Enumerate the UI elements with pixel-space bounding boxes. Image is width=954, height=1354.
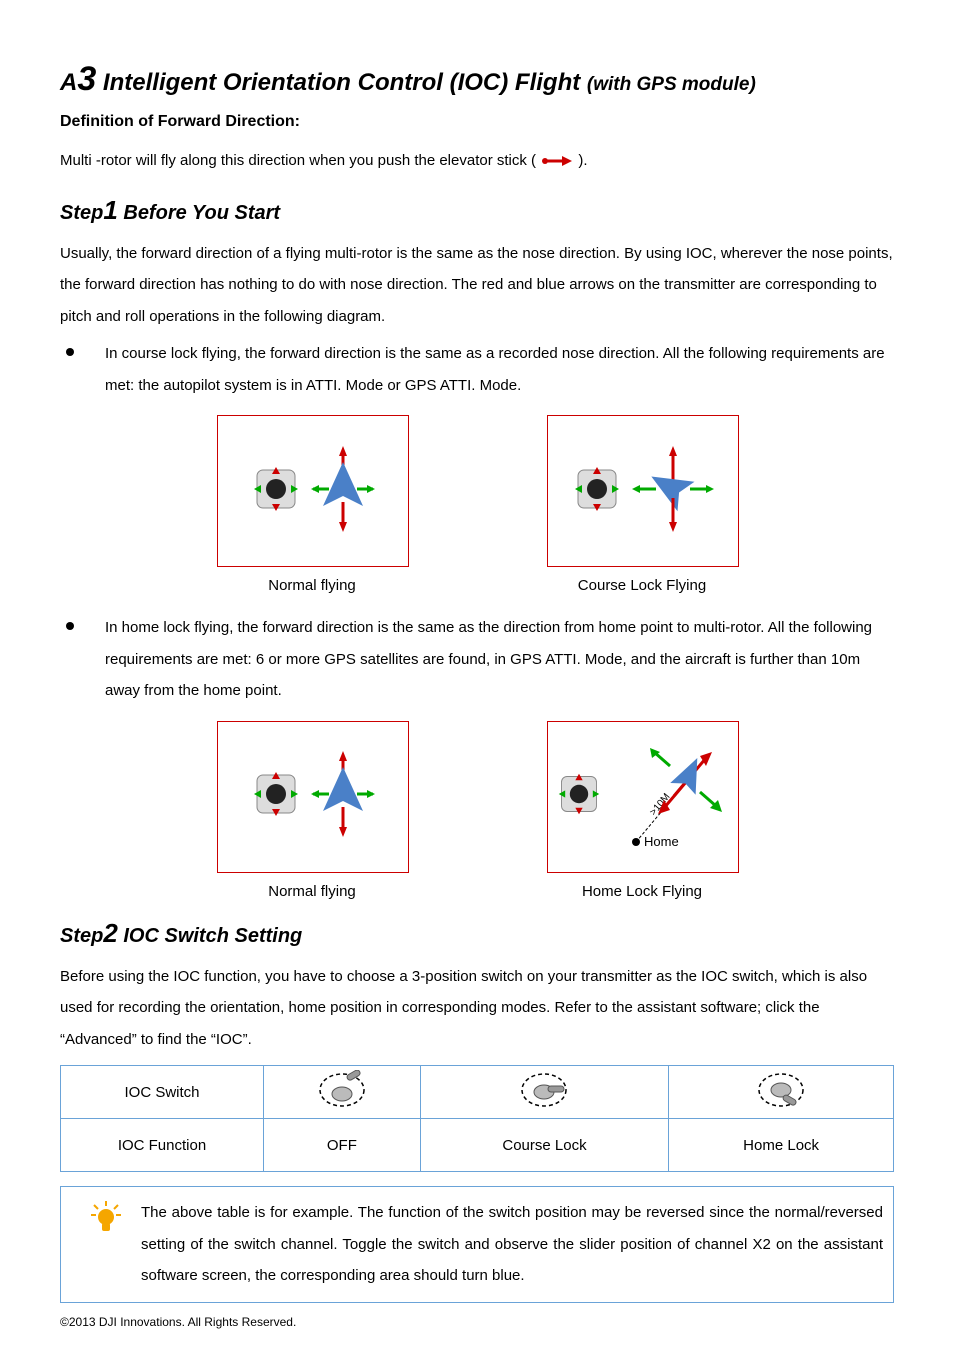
page: A3 Intelligent Orientation Control (IOC)… — [0, 0, 954, 1354]
step2-title: IOC Switch Setting — [118, 925, 302, 947]
switch-down-icon — [755, 1070, 807, 1114]
diagram-row-2: Home >10M — [60, 721, 894, 873]
forward-arrow-icon — [542, 155, 572, 167]
aircraft-icon — [311, 749, 375, 844]
step2-prefix: Step — [60, 925, 103, 947]
diagram-frame — [217, 415, 409, 567]
step2-heading: Step2 IOC Switch Setting — [60, 918, 894, 949]
table-row: IOC Function OFF Course Lock Home Lock — [61, 1119, 894, 1172]
table-cell-homelock: Home Lock — [669, 1119, 894, 1172]
step1-bullet1: In course lock flying, the forward direc… — [60, 338, 894, 401]
joystick-icon — [556, 771, 602, 822]
step2-number: 2 — [103, 918, 117, 948]
joystick-icon — [251, 769, 301, 824]
step1-number: 1 — [103, 195, 117, 225]
note-box: The above table is for example. The func… — [60, 1186, 894, 1303]
caption-normal-1: Normal flying — [217, 577, 407, 594]
diagram-row-1 — [60, 415, 894, 567]
caption-row-2: Normal flying Home Lock Flying — [60, 883, 894, 900]
definition-post: ). — [578, 152, 587, 169]
step1-bullet2: In home lock flying, the forward directi… — [60, 612, 894, 707]
step1-intro: Usually, the forward direction of a flyi… — [60, 238, 894, 333]
switch-pos-mid-cell — [420, 1066, 669, 1119]
definition-body: Multi -rotor will fly along this directi… — [60, 145, 894, 177]
diagram-frame: Home >10M — [547, 721, 739, 873]
table-cell-off: OFF — [264, 1119, 421, 1172]
bullet-dot-icon — [66, 348, 74, 356]
switch-up-icon — [316, 1070, 368, 1114]
bullet-dot-icon — [66, 622, 74, 630]
diagram-normal-2 — [217, 721, 407, 873]
diagram-frame — [547, 415, 739, 567]
definition-heading: Definition of Forward Direction: — [60, 113, 894, 131]
step1-heading: Step1 Before You Start — [60, 195, 894, 226]
diagram-courselock — [547, 415, 737, 567]
step2-intro: Before using the IOC function, you have … — [60, 961, 894, 1056]
switch-mid-icon — [518, 1070, 570, 1114]
section-title: A3 Intelligent Orientation Control (IOC)… — [60, 60, 894, 99]
title-paren: (with GPS module) — [587, 74, 756, 95]
ioc-table: IOC Switch — [60, 1065, 894, 1172]
table-header-switch: IOC Switch — [61, 1066, 264, 1119]
aircraft-home-icon: Home >10M — [606, 730, 730, 863]
aircraft-rotated-icon — [632, 444, 714, 539]
switch-pos-down-cell — [669, 1066, 894, 1119]
note-text: The above table is for example. The func… — [141, 1197, 883, 1292]
caption-normal-2: Normal flying — [217, 883, 407, 900]
caption-courselock: Course Lock Flying — [547, 577, 737, 594]
caption-homelock: Home Lock Flying — [547, 883, 737, 900]
switch-pos-up-cell — [264, 1066, 421, 1119]
diagram-normal-1 — [217, 415, 407, 567]
table-row: IOC Switch — [61, 1066, 894, 1119]
step1-title: Before You Start — [118, 202, 280, 224]
title-number: 3 — [77, 60, 96, 98]
lightbulb-icon — [71, 1197, 141, 1292]
diagram-frame — [217, 721, 409, 873]
table-header-function: IOC Function — [61, 1119, 264, 1172]
aircraft-icon — [311, 444, 375, 539]
definition-pre: Multi -rotor will fly along this directi… — [60, 152, 540, 169]
title-prefix: A — [60, 69, 77, 96]
joystick-icon — [251, 464, 301, 519]
home-distance-label: >10M — [648, 791, 673, 817]
table-cell-courselock: Course Lock — [420, 1119, 669, 1172]
diagram-homelock: Home >10M — [547, 721, 737, 873]
step1-bullets: In course lock flying, the forward direc… — [60, 338, 894, 401]
caption-row-1: Normal flying Course Lock Flying — [60, 577, 894, 594]
step1-prefix: Step — [60, 202, 103, 224]
joystick-icon — [572, 464, 622, 519]
title-rest: Intelligent Orientation Control (IOC) Fl… — [96, 69, 587, 96]
footer-copyright: ©2013 DJI Innovations. All Rights Reserv… — [60, 1315, 296, 1329]
step1-bullets-2: In home lock flying, the forward directi… — [60, 612, 894, 707]
home-label: Home — [644, 834, 679, 849]
